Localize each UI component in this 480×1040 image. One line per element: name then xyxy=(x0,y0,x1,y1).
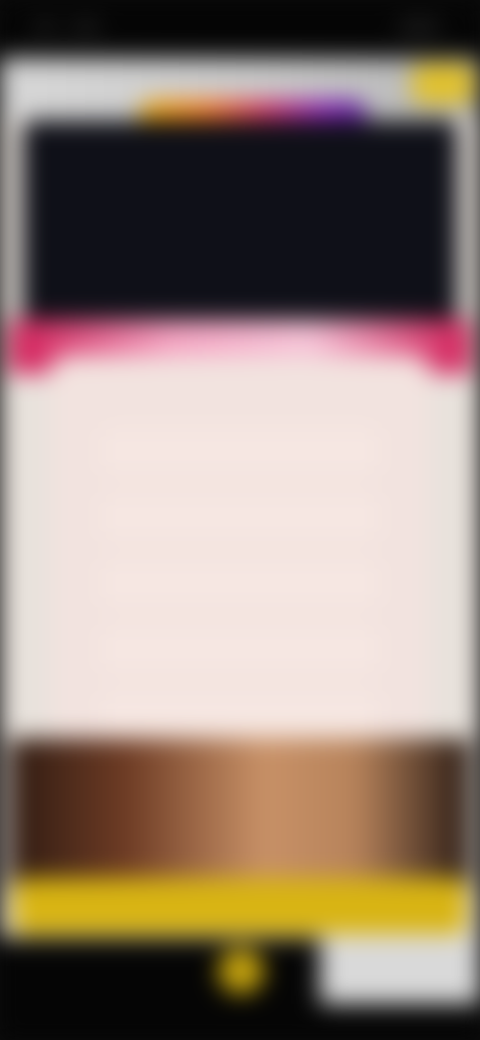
status-bar xyxy=(0,0,480,58)
bottom-right-card xyxy=(320,938,480,1004)
option-2[interactable] xyxy=(102,494,378,540)
bottom-navigation xyxy=(0,938,480,1040)
app-screen xyxy=(0,58,480,938)
option-5[interactable] xyxy=(102,692,378,738)
hero-banner xyxy=(22,120,458,350)
options-panel xyxy=(50,356,430,738)
status-icons-right xyxy=(398,22,440,32)
primary-cta-button[interactable] xyxy=(14,878,466,934)
option-4[interactable] xyxy=(102,626,378,672)
play-icon[interactable] xyxy=(218,948,264,994)
top-app-bar xyxy=(0,58,480,134)
status-icons-left xyxy=(72,22,100,32)
background-photo xyxy=(10,738,470,890)
status-time xyxy=(34,22,56,32)
option-3[interactable] xyxy=(102,560,378,606)
option-1[interactable] xyxy=(102,428,378,474)
coins-button[interactable] xyxy=(412,64,474,104)
